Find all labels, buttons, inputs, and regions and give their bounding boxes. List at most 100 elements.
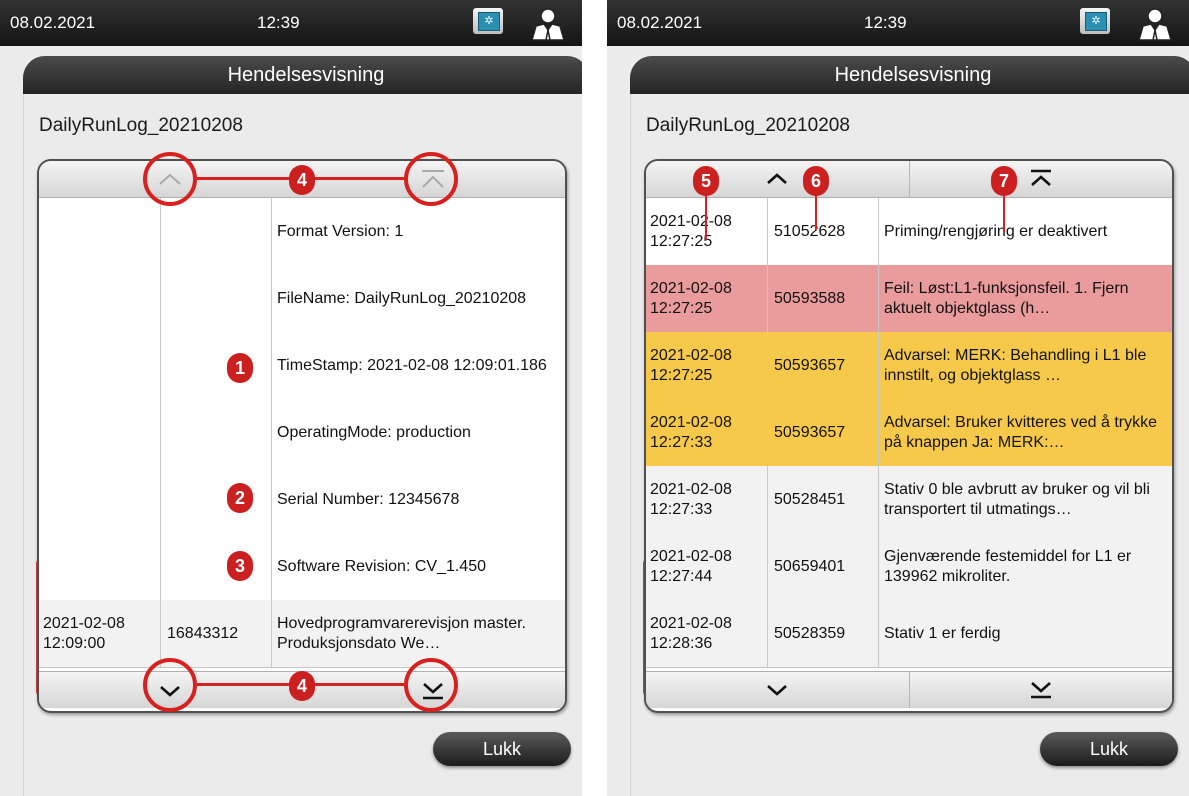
panel-title: Hendelsesvisning	[630, 56, 1189, 94]
status-bar: 08.02.2021 12:39 ✲	[607, 0, 1189, 46]
row-text: Hovedprogramvarerevisjon master. Produks…	[277, 614, 526, 652]
callout-badge-7: 7	[991, 166, 1017, 196]
status-time: 12:39	[257, 13, 300, 32]
table-row[interactable]: Software Revision: CV_1.450	[39, 533, 565, 601]
row-code	[161, 399, 272, 466]
row-code: 50593657	[768, 332, 879, 399]
instrument-glyph: ✲	[1085, 12, 1107, 31]
row-code: 50593657	[768, 399, 879, 466]
callout-circle	[404, 152, 458, 206]
row-text: Priming/rengjøring er deaktivert	[884, 222, 1108, 240]
table-row[interactable]: 2021-02-08 12:27:44 50659401 Gjenværende…	[646, 533, 1172, 601]
close-button[interactable]: Lukk	[1040, 732, 1178, 766]
table-row[interactable]: 2021-02-08 12:09:00 16843312 Hovedprogra…	[39, 600, 565, 668]
row-text: Advarsel: MERK: Behandling i L1 ble inns…	[884, 346, 1147, 384]
row-date	[39, 265, 161, 332]
row-code	[161, 466, 272, 533]
row-text: Serial Number: 12345678	[277, 490, 460, 508]
callout-circle	[143, 152, 197, 206]
chevron-down-icon	[767, 685, 787, 696]
chevron-up-icon	[767, 173, 787, 184]
row-date: 2021-02-08 12:27:25	[646, 198, 768, 265]
row-text: OperatingMode: production	[277, 423, 471, 441]
event-viewer-panel: Hendelsesvisning DailyRunLog_20210208 20…	[630, 56, 1189, 796]
table-row[interactable]: Serial Number: 12345678	[39, 466, 565, 534]
callout-badge-5: 5	[693, 166, 719, 196]
row-text: Stativ 1 er ferdig	[884, 624, 1001, 642]
status-date: 08.02.2021	[617, 13, 703, 32]
row-code: 51052628	[768, 198, 879, 265]
row-date: 2021-02-08 12:27:33	[646, 466, 768, 533]
row-date: 2021-02-08 12:27:33	[646, 399, 768, 466]
table-row[interactable]: Format Version: 1	[39, 198, 565, 266]
table-row[interactable]: 2021-02-08 12:27:33 50528451 Stativ 0 bl…	[646, 466, 1172, 534]
row-date	[39, 466, 161, 533]
table-row[interactable]: TimeStamp: 2021-02-08 12:09:01.186	[39, 332, 565, 400]
callout-line	[1003, 192, 1005, 232]
row-text: Advarsel: Bruker kvitteres ved å trykke …	[884, 413, 1157, 451]
callout-badge-3: 3	[227, 551, 253, 581]
table-row[interactable]: FileName: DailyRunLog_20210208	[39, 265, 565, 333]
row-text: FileName: DailyRunLog_20210208	[277, 289, 527, 307]
table-top-nav	[646, 161, 1172, 198]
callout-circle	[143, 658, 197, 712]
row-date	[39, 332, 161, 399]
callout-circle	[404, 658, 458, 712]
close-button[interactable]: Lukk	[433, 732, 571, 766]
row-text: TimeStamp: 2021-02-08 12:09:01.186	[277, 356, 547, 374]
table-row[interactable]: 2021-02-08 12:27:25 50593588 Feil: Løst:…	[646, 265, 1172, 333]
row-code	[161, 332, 272, 399]
table-row[interactable]: 2021-02-08 12:27:33 50593657 Advarsel: B…	[646, 399, 1172, 467]
row-code: 16843312	[161, 600, 272, 667]
log-file-name: DailyRunLog_20210208	[646, 115, 850, 136]
row-code	[161, 533, 272, 600]
scroll-down-button[interactable]	[646, 672, 909, 708]
row-text: Stativ 0 ble avbrutt av bruker og vil bl…	[884, 480, 1150, 518]
row-text: Software Revision: CV_1.450	[277, 557, 486, 575]
row-date	[39, 399, 161, 466]
row-date: 2021-02-08 12:28:36	[646, 600, 768, 667]
instrument-status-icon[interactable]: ✲	[1080, 8, 1110, 34]
table-row[interactable]: 2021-02-08 12:27:25 50593657 Advarsel: M…	[646, 332, 1172, 400]
callout-line	[815, 192, 817, 230]
row-date: 2021-02-08 12:27:25	[646, 265, 768, 332]
instrument-status-icon[interactable]: ✲	[473, 8, 503, 34]
table-bottom-nav	[646, 671, 1172, 708]
callout-badge-1: 1	[227, 353, 253, 383]
double-chevron-top-icon	[1031, 169, 1051, 186]
scroll-up-button[interactable]	[646, 161, 909, 197]
row-date: 2021-02-08 12:27:44	[646, 533, 768, 600]
user-icon[interactable]	[1135, 6, 1175, 42]
instrument-glyph: ✲	[478, 12, 500, 31]
event-viewer-screen-right: 08.02.2021 12:39 ✲ Hendelsesvisning Dail…	[607, 0, 1189, 796]
log-file-name: DailyRunLog_20210208	[39, 115, 243, 136]
callout-line	[705, 192, 707, 240]
table-row[interactable]: 2021-02-08 12:27:25 51052628 Priming/ren…	[646, 198, 1172, 266]
status-time: 12:39	[864, 13, 907, 32]
scroll-top-button[interactable]	[909, 161, 1172, 197]
panel-title: Hendelsesvisning	[23, 56, 582, 94]
row-code: 50593588	[768, 265, 879, 332]
callout-badge-6: 6	[803, 166, 829, 196]
row-code	[161, 265, 272, 332]
row-code: 50528451	[768, 466, 879, 533]
table-row[interactable]: OperatingMode: production	[39, 399, 565, 467]
user-icon[interactable]	[528, 6, 568, 42]
event-table[interactable]: Format Version: 1 FileName: DailyRunLog_…	[37, 159, 567, 713]
callout-badge-4: 4	[289, 671, 315, 701]
row-text: Format Version: 1	[277, 222, 404, 240]
row-text: Feil: Løst:L1-funksjonsfeil. 1. Fjern ak…	[884, 279, 1129, 317]
row-date	[39, 198, 161, 265]
event-viewer-screen-left: 08.02.2021 12:39 ✲ Hendelsesvisning Dail…	[0, 0, 582, 796]
row-code	[161, 198, 272, 265]
row-date: 2021-02-08 12:27:25	[646, 332, 768, 399]
row-code: 50659401	[768, 533, 879, 600]
row-text: Gjenværende festemiddel for L1 er 139962…	[884, 547, 1132, 585]
table-row[interactable]: 2021-02-08 12:28:36 50528359 Stativ 1 er…	[646, 600, 1172, 668]
row-date	[39, 533, 161, 600]
chevron-bottom-icon	[1031, 682, 1051, 699]
event-table[interactable]: 2021-02-08 12:27:25 51052628 Priming/ren…	[644, 159, 1174, 713]
row-code: 50528359	[768, 600, 879, 667]
scroll-bottom-button[interactable]	[909, 672, 1172, 708]
callout-badge-4: 4	[289, 165, 315, 195]
